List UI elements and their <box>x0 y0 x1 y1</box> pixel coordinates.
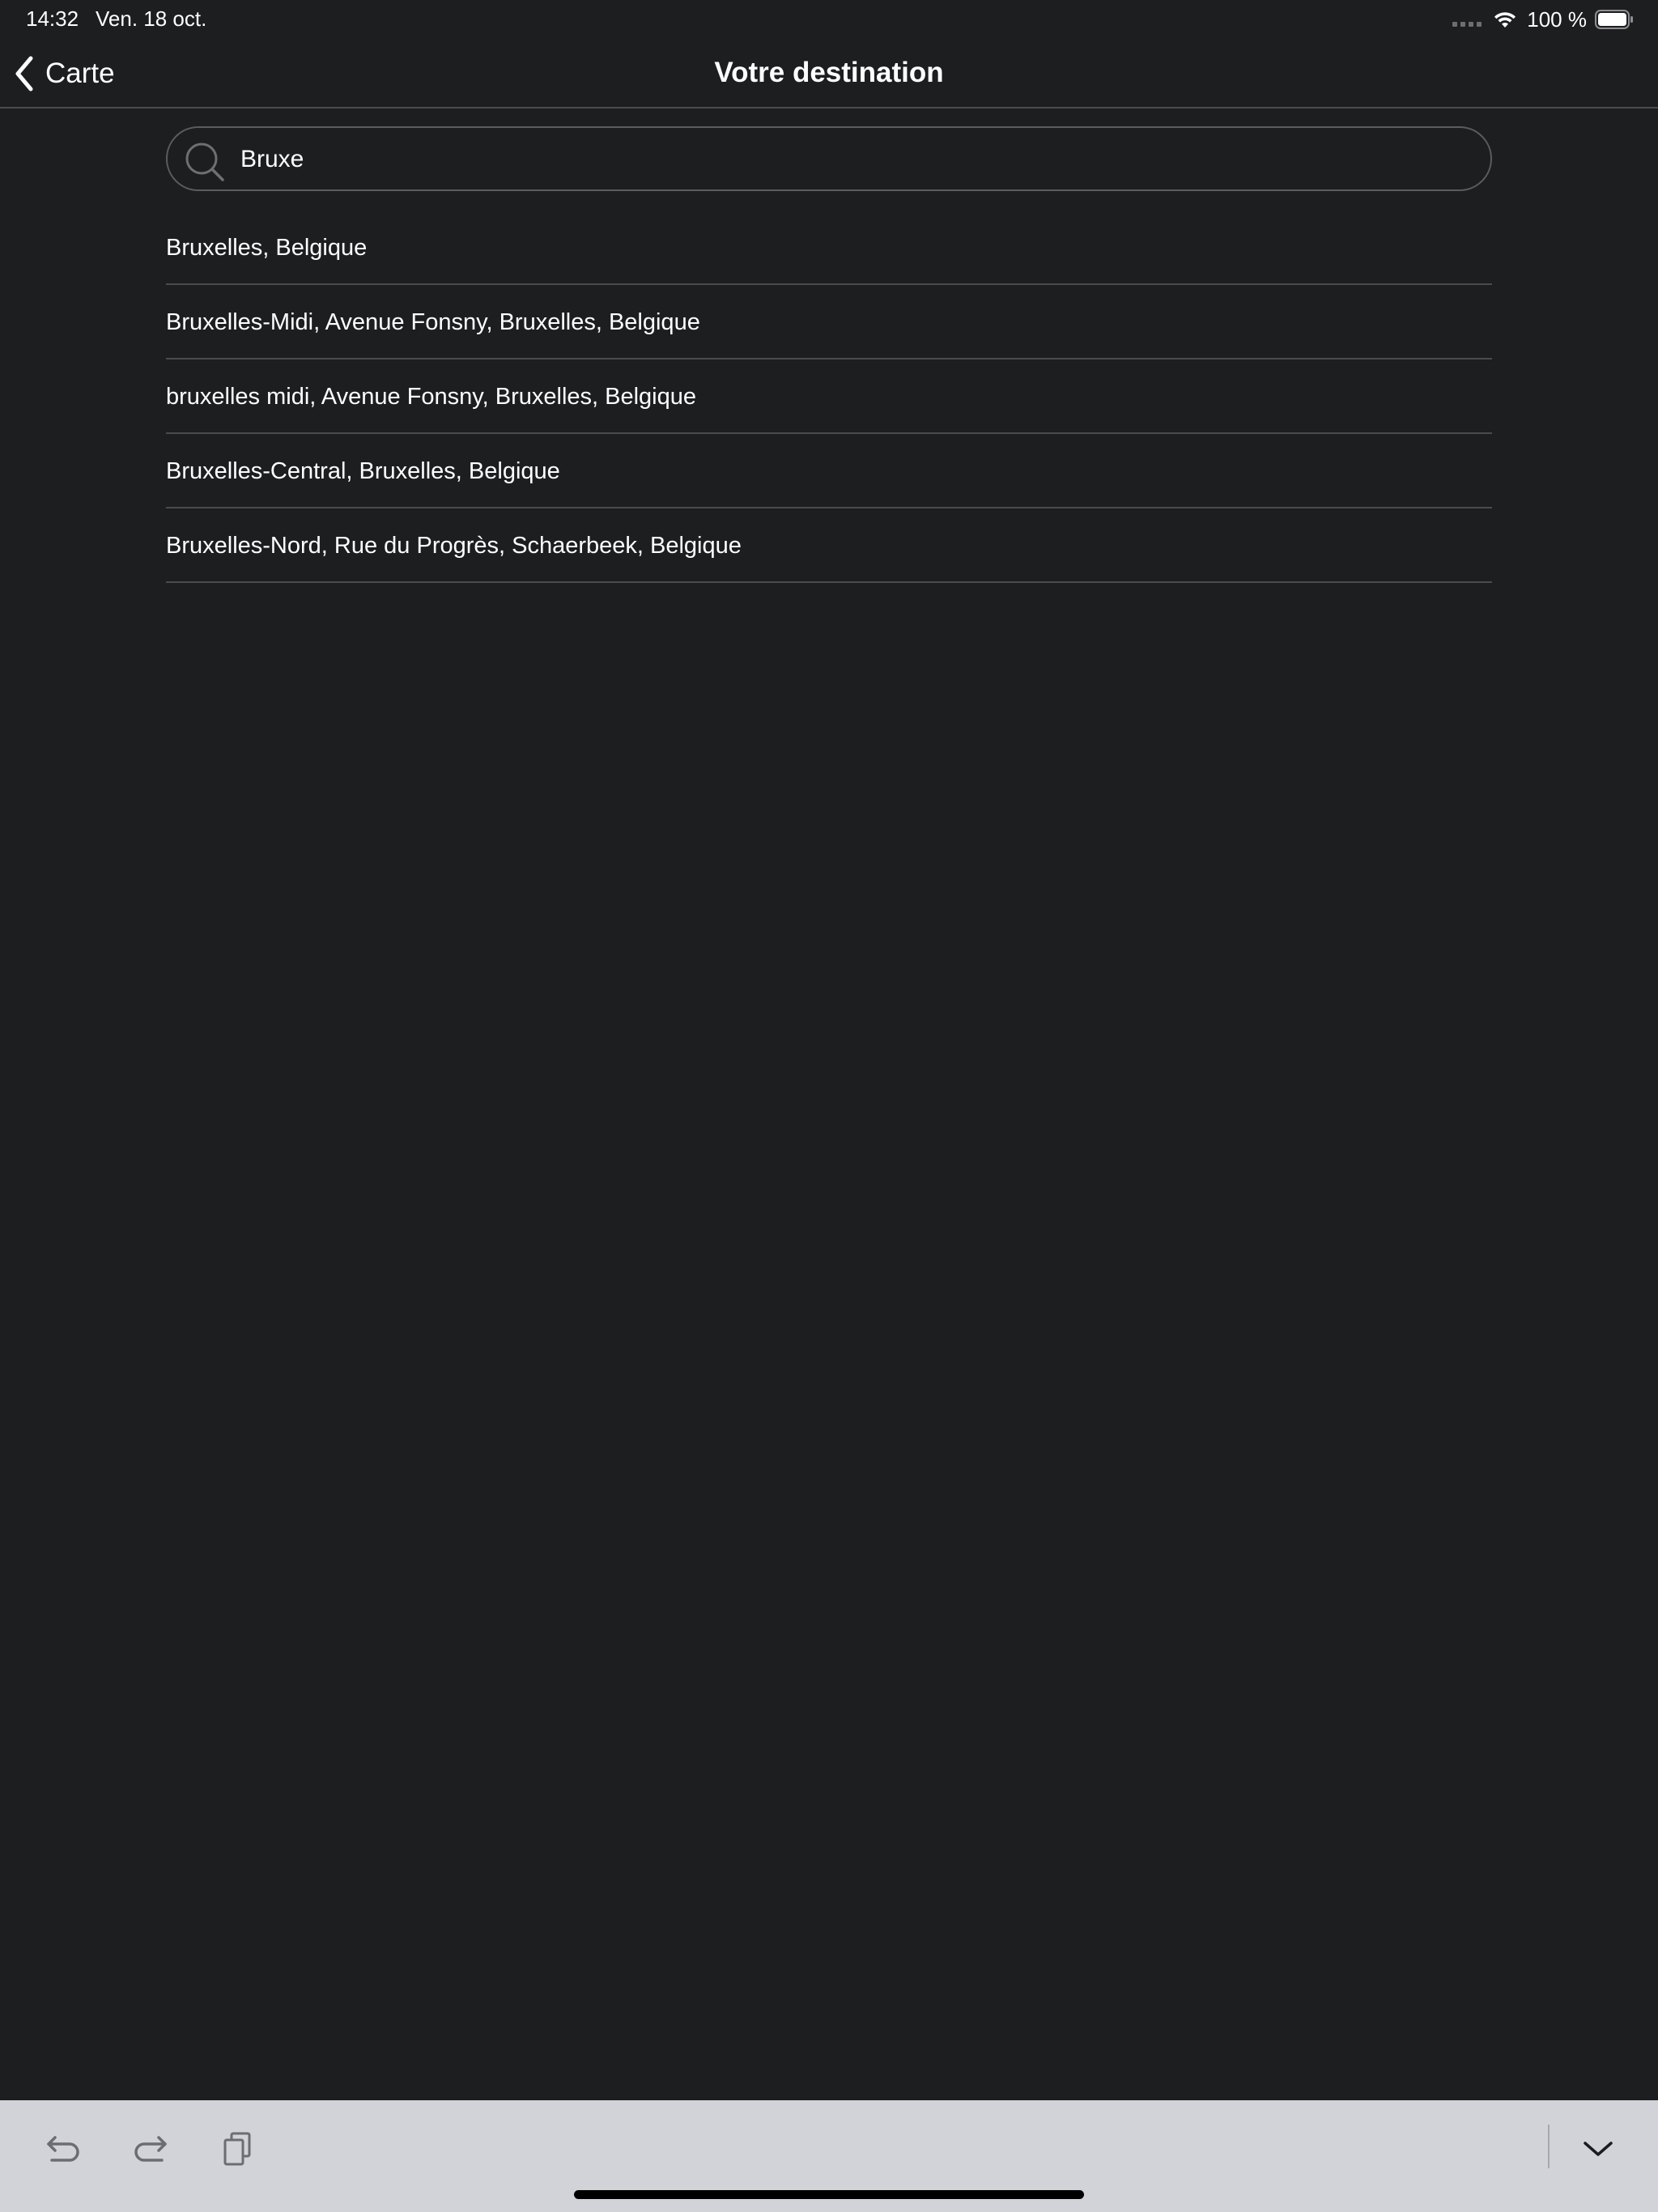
search-input[interactable] <box>240 138 1471 181</box>
battery-icon <box>1595 10 1633 29</box>
paste-button[interactable] <box>214 2125 262 2173</box>
search-field[interactable] <box>166 126 1492 191</box>
status-date: Ven. 18 oct. <box>96 6 207 31</box>
status-indicators: 100 % <box>1452 5 1634 34</box>
undo-icon <box>47 2136 79 2162</box>
results-list: Bruxelles, Belgique Bruxelles-Midi, Aven… <box>166 211 1492 583</box>
signal-dots-icon <box>1452 22 1482 27</box>
result-label: Bruxelles-Midi, Avenue Fonsny, Bruxelles… <box>166 308 700 335</box>
status-time: 14:32 <box>26 6 79 31</box>
result-label: Bruxelles, Belgique <box>166 234 368 261</box>
wifi-icon <box>1494 12 1516 28</box>
battery-percentage: 100 % <box>1527 6 1587 32</box>
list-item[interactable]: Bruxelles-Central, Bruxelles, Belgique <box>166 434 1492 508</box>
list-item[interactable]: bruxelles midi, Avenue Fonsny, Bruxelles… <box>166 359 1492 434</box>
list-item[interactable]: Bruxelles-Nord, Rue du Progrès, Schaerbe… <box>166 508 1492 583</box>
status-bar: 14:32 Ven. 18 oct. 100 % <box>0 0 1658 39</box>
result-label: bruxelles midi, Avenue Fonsny, Bruxelles… <box>166 383 697 410</box>
shortcut-divider <box>1548 2125 1550 2168</box>
result-label: Bruxelles-Nord, Rue du Progrès, Schaerbe… <box>166 532 742 559</box>
search-icon <box>185 143 224 181</box>
result-label: Bruxelles-Central, Bruxelles, Belgique <box>166 457 560 484</box>
list-item[interactable]: Bruxelles-Midi, Avenue Fonsny, Bruxelles… <box>166 285 1492 359</box>
redo-button[interactable] <box>126 2125 175 2173</box>
page-title: Votre destination <box>714 57 944 88</box>
keyboard-dismiss-button[interactable] <box>1574 2125 1622 2173</box>
paste-icon <box>223 2132 251 2166</box>
redo-icon <box>134 2136 167 2162</box>
undo-button[interactable] <box>39 2125 87 2173</box>
home-indicator[interactable] <box>574 2190 1084 2199</box>
list-item[interactable]: Bruxelles, Belgique <box>166 211 1492 285</box>
navigation-bar: Carte Votre destination <box>0 39 1658 108</box>
keyboard-dismiss-icon <box>1584 2142 1613 2156</box>
